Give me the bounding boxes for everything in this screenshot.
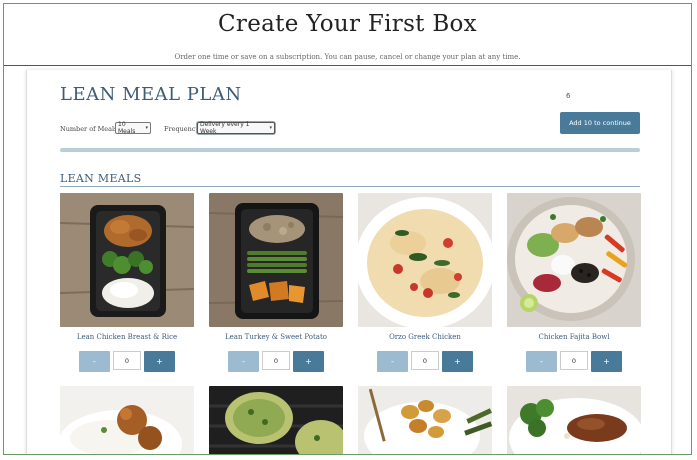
progress-bar: [60, 148, 640, 152]
decrease-button[interactable]: -: [526, 351, 557, 372]
frequency-label: Frequency: [164, 125, 200, 133]
quantity-input[interactable]: 0: [411, 351, 439, 370]
frequency-select[interactable]: Delivery every 1 Week ▾: [197, 121, 275, 135]
decrease-button[interactable]: -: [377, 351, 408, 372]
decrease-button[interactable]: -: [79, 351, 110, 372]
cart-count: 6: [566, 92, 571, 100]
meal-image-meatballs-rice[interactable]: [60, 386, 194, 454]
section-divider: [60, 186, 640, 187]
meal-image-turkey-sweet-potato[interactable]: [209, 193, 343, 327]
continue-button[interactable]: Add 10 to continue: [560, 112, 640, 134]
quantity-stepper: - 0 +: [526, 351, 622, 373]
meal-name: Chicken Fajita Bowl: [538, 333, 610, 341]
increase-button[interactable]: +: [293, 351, 324, 372]
page-frame: Create Your First Box Order one time or …: [3, 3, 692, 455]
chevron-down-icon: ▾: [145, 125, 148, 131]
meals-select[interactable]: 10 Meals ▾: [115, 121, 151, 135]
increase-button[interactable]: +: [442, 351, 473, 372]
quantity-stepper: - 0 +: [79, 351, 175, 373]
page-title: Create Your First Box: [218, 11, 477, 37]
quantity-input[interactable]: 0: [262, 351, 290, 370]
header-divider: [4, 65, 691, 66]
meal-image-beef-broccoli[interactable]: [507, 386, 641, 454]
meals-select-value: 10 Meals: [118, 121, 136, 135]
increase-button[interactable]: +: [144, 351, 175, 372]
meal-image-chicken-fajita-bowl[interactable]: [507, 193, 641, 327]
plan-title: LEAN MEAL PLAN: [60, 84, 242, 105]
decrease-button[interactable]: -: [228, 351, 259, 372]
increase-button[interactable]: +: [591, 351, 622, 372]
meal-name: Lean Chicken Breast & Rice: [76, 333, 178, 341]
quantity-input[interactable]: 0: [560, 351, 588, 370]
frequency-select-value: Delivery every 1 Week: [200, 121, 250, 135]
chevron-down-icon: ▾: [269, 125, 272, 131]
meal-name: Orzo Greek Chicken: [389, 333, 461, 341]
quantity-input[interactable]: 0: [113, 351, 141, 370]
meal-image-veggie-patties[interactable]: [209, 386, 343, 454]
page-subtitle: Order one time or save on a subscription…: [174, 53, 521, 61]
meal-name: Lean Turkey & Sweet Potato: [224, 333, 327, 341]
quantity-stepper: - 0 +: [228, 351, 324, 373]
section-title: LEAN MEALS: [60, 172, 142, 185]
meal-image-chicken-rice[interactable]: [60, 193, 194, 327]
quantity-stepper: - 0 +: [377, 351, 473, 373]
meal-image-roasted-potatoes[interactable]: [358, 386, 492, 454]
meals-label: Number of Meals: [60, 125, 118, 133]
meal-image-orzo-greek-chicken[interactable]: [358, 193, 492, 327]
